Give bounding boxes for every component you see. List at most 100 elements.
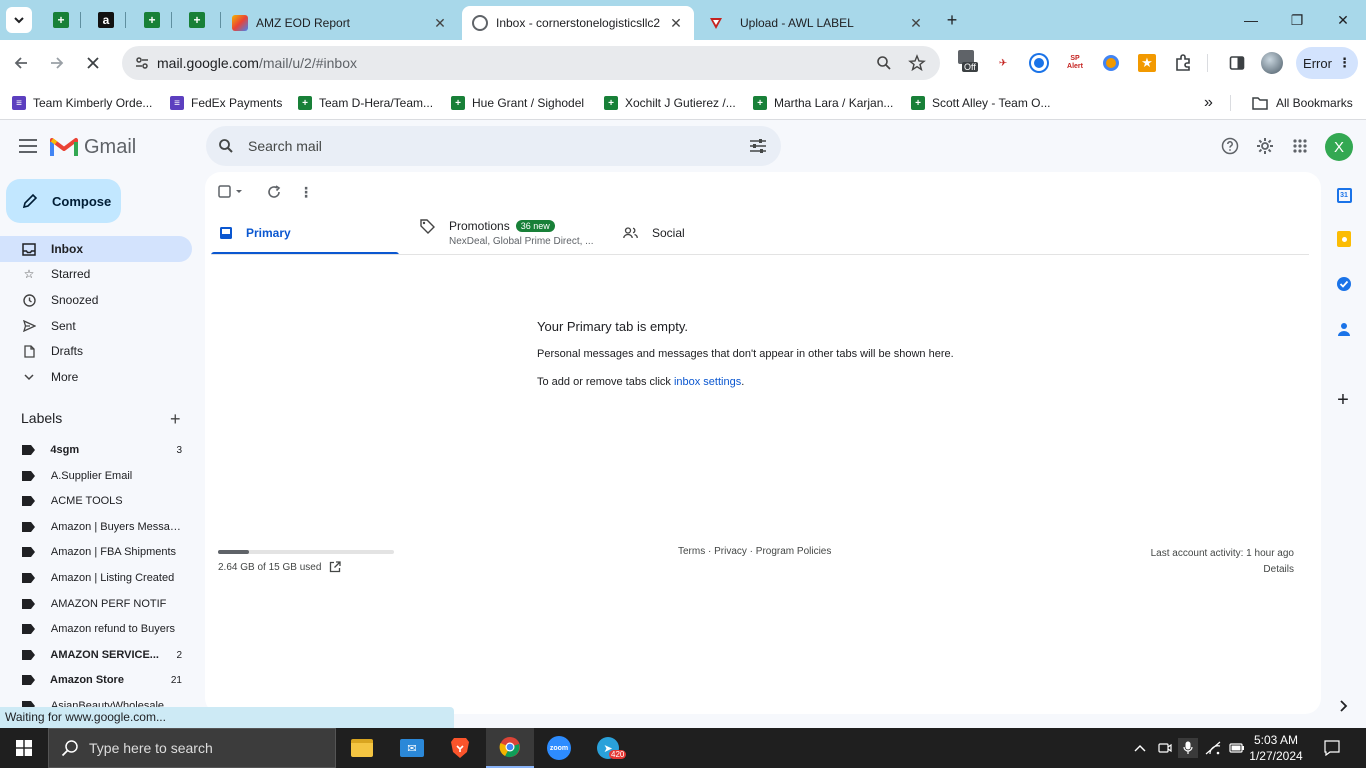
create-label-button[interactable]: + xyxy=(170,410,181,428)
taskbar-clock[interactable]: 5:03 AM 1/27/2024 xyxy=(1240,732,1312,764)
tab-close-button[interactable]: ✕ xyxy=(668,15,684,32)
file-explorer-button[interactable] xyxy=(338,728,386,768)
label-item[interactable]: Amazon Store 21 xyxy=(0,668,192,692)
get-addons-button[interactable]: + xyxy=(1333,389,1353,411)
search-icon[interactable] xyxy=(218,138,234,154)
bookmark-item[interactable]: + Hue Grant / Sighodel xyxy=(451,93,584,113)
zoom-magnifier-icon[interactable] xyxy=(876,55,892,74)
extension-blue-button[interactable] xyxy=(1028,52,1050,74)
sidebar-item-starred[interactable]: ☆ Starred xyxy=(0,261,192,287)
open-in-new-icon[interactable] xyxy=(329,561,342,573)
bookmark-item[interactable]: + Xochilt J Gutierez /... xyxy=(604,93,736,113)
extension-alert-button[interactable]: SP Alert xyxy=(1064,52,1086,74)
extensions-menu-button[interactable] xyxy=(1172,52,1194,74)
new-tab-button[interactable]: + xyxy=(940,8,964,32)
extension-off-button[interactable]: Off xyxy=(958,50,982,76)
brave-browser-button[interactable] xyxy=(436,728,484,768)
search-input[interactable]: Search mail xyxy=(248,138,322,154)
notifications-button[interactable] xyxy=(1322,738,1342,758)
contacts-app-button[interactable] xyxy=(1334,319,1354,339)
keep-app-button[interactable] xyxy=(1334,229,1354,249)
search-mail-bar[interactable]: Search mail xyxy=(206,126,781,166)
label-item[interactable]: Amazon | FBA Shipments xyxy=(0,540,192,564)
site-info-icon[interactable] xyxy=(134,55,150,74)
extension-star-button[interactable]: ★ xyxy=(1136,52,1158,74)
forward-button[interactable] xyxy=(44,50,70,76)
bookmark-item[interactable]: + Team D-Hera/Team... xyxy=(298,93,433,113)
label-item[interactable]: Amazon | Listing Created xyxy=(0,566,192,590)
window-restore-button[interactable]: ❐ xyxy=(1274,0,1320,40)
show-side-panel-button[interactable] xyxy=(1334,696,1354,716)
gmail-logo[interactable]: Gmail xyxy=(50,134,136,160)
window-minimize-button[interactable]: — xyxy=(1228,0,1274,40)
label-item[interactable]: AMAZON SERVICE... 2 xyxy=(0,643,192,667)
pinned-tab-amazon[interactable]: a xyxy=(89,6,123,34)
tab-upload-awl-label[interactable]: Upload - AWL LABEL ✕ xyxy=(698,6,934,40)
zoom-app-button[interactable]: zoom xyxy=(535,728,583,768)
more-options-button[interactable]: ⋮ xyxy=(296,182,316,202)
show-hidden-icons-button[interactable] xyxy=(1130,738,1150,758)
taskbar-search[interactable]: Type here to search xyxy=(48,728,336,768)
tab-close-button[interactable]: ✕ xyxy=(908,15,924,32)
tab-gmail-inbox[interactable]: Inbox - cornerstonelogisticsllc2 ✕ xyxy=(462,6,694,40)
label-item[interactable]: Amazon | Buyers Messag... xyxy=(0,515,192,539)
bookmark-item[interactable]: ≡ Team Kimberly Orde... xyxy=(12,93,152,113)
extension-red-button[interactable]: ✈ xyxy=(992,52,1014,74)
settings-button[interactable] xyxy=(1253,134,1277,158)
label-item[interactable]: A.Supplier Email xyxy=(0,464,192,488)
account-avatar[interactable]: X xyxy=(1325,133,1353,161)
pinned-tab-sheets-2[interactable]: + xyxy=(135,6,169,34)
taskbar-search-input[interactable]: Type here to search xyxy=(89,740,213,756)
label-item[interactable]: Amazon refund to Buyers xyxy=(0,617,192,641)
chrome-browser-button[interactable] xyxy=(486,728,534,768)
all-bookmarks-button[interactable]: All Bookmarks xyxy=(1252,93,1353,113)
tab-social[interactable]: Social xyxy=(623,212,743,254)
sidebar-item-more[interactable]: More xyxy=(0,364,192,390)
awl-logo-icon xyxy=(710,18,722,29)
mail-app-button[interactable]: ✉ xyxy=(388,728,436,768)
extension-orange-button[interactable] xyxy=(1100,52,1122,74)
bookmark-item[interactable]: + Scott Alley - Team O... xyxy=(911,93,1051,113)
bookmark-item[interactable]: + Martha Lara / Karjan... xyxy=(753,93,893,113)
microphone-tray-icon[interactable] xyxy=(1178,738,1198,758)
main-menu-button[interactable] xyxy=(16,134,40,158)
network-tray-icon[interactable] xyxy=(1203,738,1223,758)
tab-amz-eod-report[interactable]: AMZ EOD Report ✕ xyxy=(222,6,458,40)
window-close-button[interactable]: ✕ xyxy=(1320,0,1366,40)
support-button[interactable] xyxy=(1218,134,1242,158)
pinned-tab-sheets-3[interactable]: + xyxy=(180,6,214,34)
google-apps-button[interactable] xyxy=(1288,134,1312,158)
back-button[interactable] xyxy=(8,50,34,76)
select-all-checkbox[interactable] xyxy=(218,182,244,202)
label-item[interactable]: 4sgm 3 xyxy=(0,438,192,462)
tasks-app-button[interactable] xyxy=(1334,274,1354,294)
activity-details-link[interactable]: Details xyxy=(1151,562,1294,578)
label-item[interactable]: AMAZON PERF NOTIF xyxy=(0,592,192,616)
side-panel-button[interactable] xyxy=(1226,52,1248,74)
sidebar-item-inbox[interactable]: Inbox xyxy=(0,236,192,262)
bookmark-item[interactable]: ≡ FedEx Payments xyxy=(170,93,282,113)
sidebar-item-drafts[interactable]: Drafts xyxy=(0,338,192,364)
bookmark-star-icon[interactable] xyxy=(908,54,926,75)
inbox-settings-link[interactable]: inbox settings xyxy=(674,376,741,388)
bookmarks-overflow-button[interactable]: » xyxy=(1204,93,1213,113)
start-button[interactable] xyxy=(0,728,48,768)
label-item[interactable]: ACME TOOLS xyxy=(0,489,192,513)
calendar-app-button[interactable]: 31 xyxy=(1334,185,1354,205)
footer-links[interactable]: Terms · Privacy · Program Policies xyxy=(678,546,831,557)
profile-error-button[interactable]: Error ⋮ xyxy=(1296,47,1358,79)
tab-search-button[interactable] xyxy=(6,7,32,33)
profile-avatar[interactable] xyxy=(1261,52,1283,74)
telegram-app-button[interactable]: ➤ 420 xyxy=(584,728,632,768)
tab-primary[interactable]: Primary xyxy=(220,212,399,254)
stop-loading-button[interactable] xyxy=(80,50,106,76)
address-bar[interactable]: mail.google.com/mail/u/2/#inbox xyxy=(122,46,940,80)
sidebar-item-sent[interactable]: Sent xyxy=(0,313,192,339)
sidebar-item-snoozed[interactable]: Snoozed xyxy=(0,287,192,313)
camera-tray-icon[interactable] xyxy=(1155,738,1175,758)
search-options-icon[interactable] xyxy=(749,138,767,154)
compose-button[interactable]: Compose xyxy=(6,179,121,223)
pinned-tab-sheets-1[interactable]: + xyxy=(44,6,78,34)
tab-close-button[interactable]: ✕ xyxy=(432,15,448,32)
refresh-button[interactable] xyxy=(264,182,284,202)
